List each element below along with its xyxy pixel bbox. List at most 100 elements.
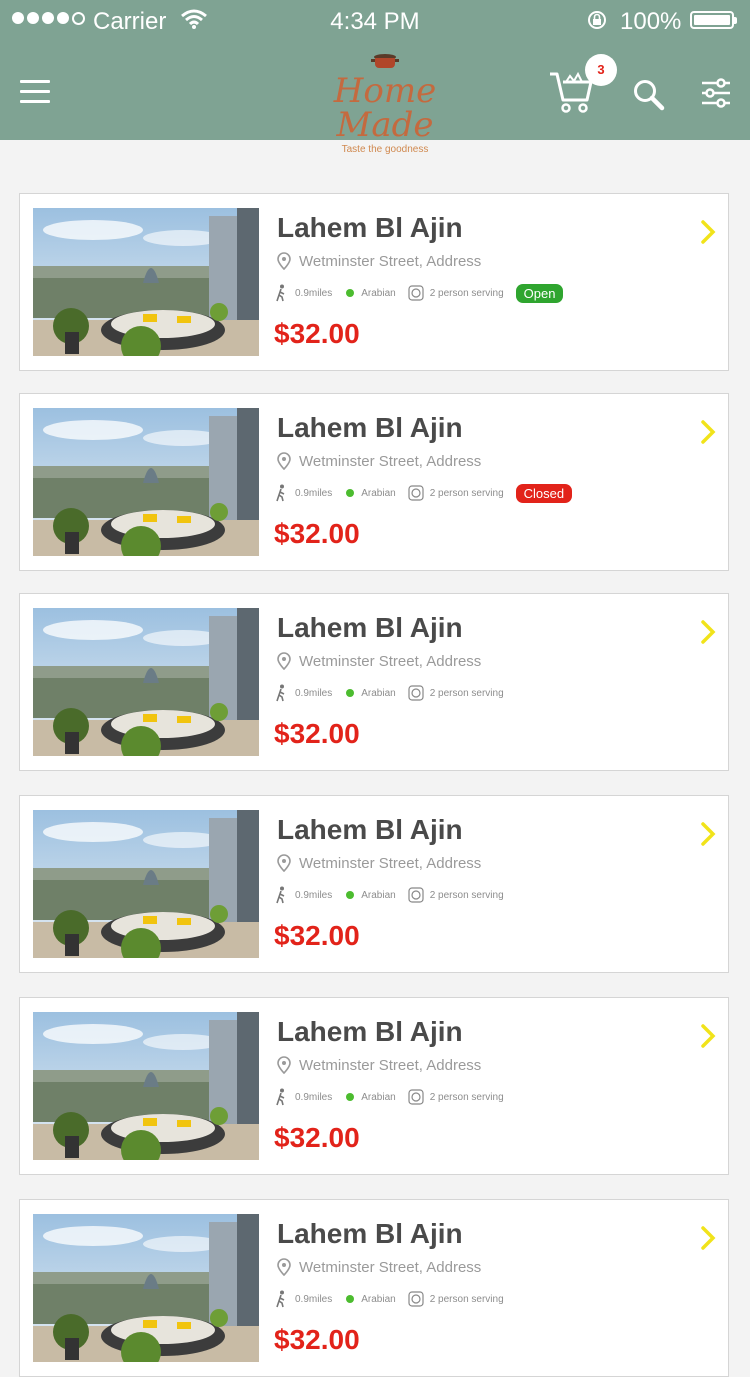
restaurant-card[interactable]: Lahem Bl Ajin Wetminster Street, Address… [19,393,729,571]
meta-row: 0.9miles Arabian 2 person serving [275,1289,504,1309]
chevron-right-icon [701,1024,716,1048]
serving-text: 2 person serving [429,1091,504,1103]
walking-icon [276,684,285,702]
address-text: Wetminster Street, Address [299,652,482,670]
price-text: $32.00 [274,920,360,951]
distance-text: 0.9miles [295,687,333,699]
food-image [33,208,259,356]
address-text: Wetminster Street, Address [299,1056,482,1074]
location-pin-icon [277,252,291,270]
meta-row: 0.9miles Arabian 2 person serving [275,1087,504,1107]
pot-icon [371,52,399,70]
food-image [33,608,259,756]
walking-icon [276,284,285,302]
status-badge: Open [515,283,564,303]
cuisine-dot [346,489,355,497]
cuisine-text: Arabian [361,889,396,901]
food-image [33,810,259,958]
cuisine-dot [346,289,355,297]
meta-row: 0.9miles Arabian 2 person serving [275,683,504,703]
price-text: $32.00 [274,518,360,549]
walking-icon [276,886,285,904]
plate-icon [408,1291,424,1307]
walking-icon [276,484,285,502]
cuisine-dot [346,689,355,697]
plate-icon [408,285,424,301]
location-pin-icon [277,1258,291,1276]
distance-text: 0.9miles [295,1091,333,1103]
search-icon [634,80,665,111]
plate-icon [408,1089,424,1105]
restaurant-card[interactable]: Lahem Bl Ajin Wetminster Street, Address… [19,193,729,371]
cuisine-text: Arabian [361,1091,396,1103]
meta-row: 0.9miles Arabian 2 person serving [275,885,504,905]
address-row: Wetminster Street, Address [277,1056,481,1074]
price-text: $32.00 [274,1122,360,1153]
cuisine-text: Arabian [361,687,396,699]
cart-count-badge: 3 [585,54,617,86]
dish-title: Lahem Bl Ajin [277,814,463,845]
meta-row: 0.9miles Arabian 2 person serving Closed [275,483,573,503]
address-text: Wetminster Street, Address [299,252,482,270]
address-text: Wetminster Street, Address [299,452,482,470]
dish-title: Lahem Bl Ajin [277,1218,463,1249]
distance-text: 0.9miles [295,487,333,499]
address-text: Wetminster Street, Address [299,1258,482,1276]
filter-icon [702,78,730,108]
app-header: Carrier 4:34 PM 100% Home Made Taste the… [0,0,750,155]
price-text: $32.00 [274,1324,360,1355]
chevron-right-icon [701,220,716,244]
menu-button[interactable] [20,80,50,104]
meta-row: 0.9miles Arabian 2 person serving Open [275,283,564,303]
dish-title: Lahem Bl Ajin [277,1016,463,1047]
serving-text: 2 person serving [429,487,504,499]
price-text: $32.00 [274,718,360,749]
chevron-right-icon [701,420,716,444]
restaurant-card[interactable]: Lahem Bl Ajin Wetminster Street, Address… [19,593,729,771]
cuisine-text: Arabian [361,1293,396,1305]
address-row: Wetminster Street, Address [277,452,481,470]
address-row: Wetminster Street, Address [277,652,481,670]
plate-icon [408,685,424,701]
chevron-right-icon [701,1226,716,1250]
plate-icon [408,887,424,903]
food-image [33,408,259,556]
distance-text: 0.9miles [295,287,333,299]
brand-name: Home Made [333,71,437,145]
status-bar: Carrier 4:34 PM 100% [0,0,750,42]
cuisine-dot [346,891,355,899]
filter-button[interactable] [700,76,732,110]
food-image [33,1012,259,1160]
battery-icon [690,11,737,29]
address-row: Wetminster Street, Address [277,252,481,270]
price-text: $32.00 [274,318,360,349]
rotation-lock-icon [586,9,608,38]
restaurant-card[interactable]: Lahem Bl Ajin Wetminster Street, Address… [19,997,729,1175]
walking-icon [276,1290,285,1308]
search-button[interactable] [632,78,666,112]
cuisine-text: Arabian [361,487,396,499]
brand-logo: Home Made Taste the goodness [295,52,475,155]
dish-title: Lahem Bl Ajin [277,612,463,643]
chevron-right-icon [701,822,716,846]
dish-title: Lahem Bl Ajin [277,212,463,243]
walking-icon [276,1088,285,1106]
brand-tagline: Taste the goodness [341,144,429,155]
restaurant-card[interactable]: Lahem Bl Ajin Wetminster Street, Address… [19,795,729,973]
serving-text: 2 person serving [429,1293,504,1305]
cuisine-text: Arabian [361,287,396,299]
chevron-right-icon [701,620,716,644]
distance-text: 0.9miles [295,1293,333,1305]
serving-text: 2 person serving [429,687,504,699]
location-pin-icon [277,652,291,670]
cuisine-dot [346,1093,355,1101]
location-pin-icon [277,1056,291,1074]
serving-text: 2 person serving [429,889,504,901]
dish-title: Lahem Bl Ajin [277,412,463,443]
address-row: Wetminster Street, Address [277,854,481,872]
serving-text: 2 person serving [429,287,504,299]
status-badge: Closed [515,483,573,503]
location-pin-icon [277,452,291,470]
plate-icon [408,485,424,501]
restaurant-card[interactable]: Lahem Bl Ajin Wetminster Street, Address… [19,1199,729,1377]
